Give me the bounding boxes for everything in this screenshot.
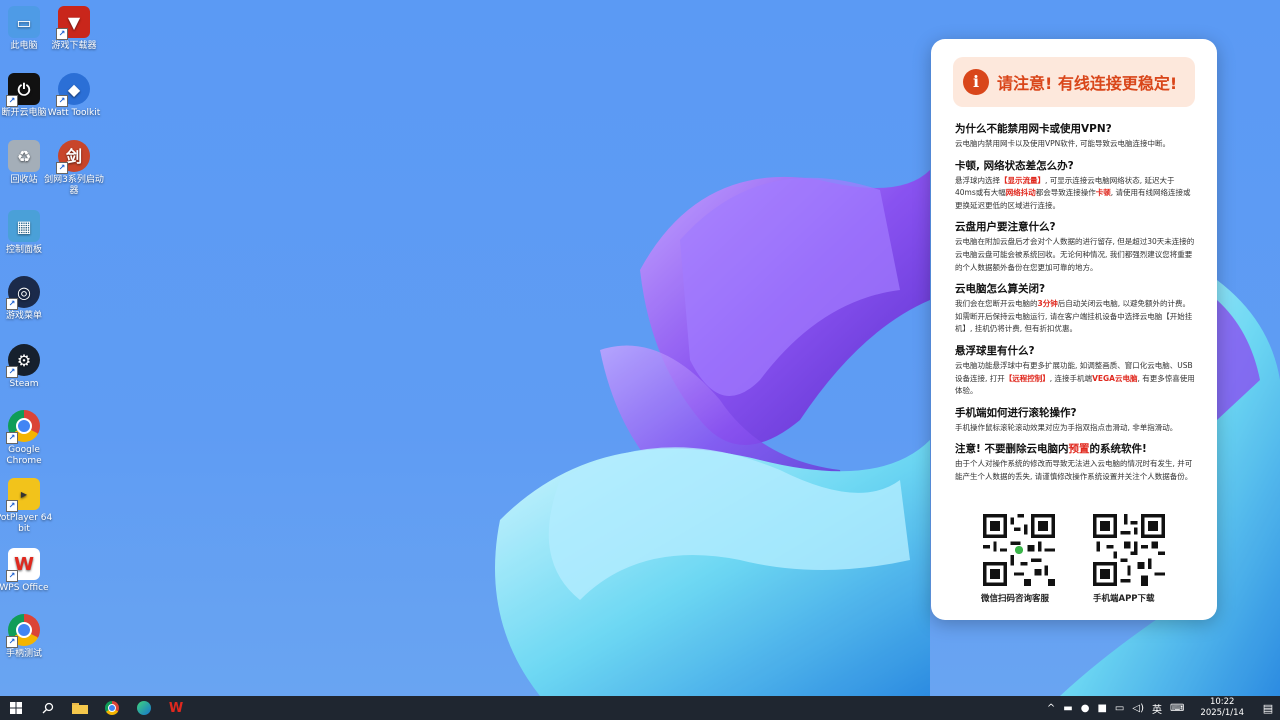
desktop-icon-label: 回收站 [10, 175, 38, 185]
banner-title: 请注意! 有线连接更稳定! [997, 74, 1178, 93]
desktop-icon-gamepad-test[interactable]: ↗ 手柄测试 [0, 614, 56, 660]
edge-icon[interactable] [128, 696, 160, 720]
section-title: 悬浮球里有什么? [955, 344, 1035, 357]
watt-toolkit-icon: ◆ ↗ [56, 73, 90, 107]
highlight-text: 【远程控制】 [1004, 373, 1050, 383]
chrome-icon[interactable] [96, 696, 128, 720]
jx3-launcher-icon: 剑 ↗ [56, 140, 90, 174]
chrome-icon: ↗ [6, 410, 40, 444]
highlight-text: 预置 [1068, 443, 1090, 456]
section-text: 由于个人对操作系统的修改而导致无法进入云电脑的情况时有发生, 并可能产生个人数据… [955, 459, 1193, 481]
info-icon: i [963, 69, 989, 95]
section-text: 我们会在您断开云电脑的3分钟后自动关闭云电脑, 以避免额外的计费。如需断开后保持… [955, 299, 1193, 334]
clock[interactable]: 10:22 2025/1/14 [1188, 697, 1256, 719]
section-title: 手机端如何进行滚轮操作? [955, 406, 1077, 419]
game-downloader-icon: ▼ ↗ [56, 6, 90, 40]
disconnect-icon: ⏻ ↗ [6, 73, 40, 107]
chrome-icon: ↗ [6, 614, 40, 648]
desktop-icon-label: 此电脑 [10, 41, 38, 51]
desktop-icon-potplayer[interactable]: ▶ ↗ PotPlayer 64 bit [0, 478, 56, 535]
notification-icon[interactable]: ▤ [1256, 696, 1280, 720]
show-hidden-icons[interactable]: ^ [1043, 703, 1059, 714]
desktop-icon-watt-toolkit[interactable]: ◆ ↗ Watt Toolkit [42, 73, 106, 119]
section-text: 云电脑在附加云盘后才会对个人数据的进行留存, 但是超过30天未连接的云电脑云盘可… [955, 237, 1195, 272]
tray-app-icon[interactable]: ▬ [1059, 703, 1076, 714]
desktop-icon-label: Google Chrome [6, 445, 42, 466]
section-text: 悬浮球内选择【显示流量】, 可显示连接云电脑网络状态, 延迟大于40ms或有大幅… [955, 175, 1191, 210]
notice-panel: i 请注意! 有线连接更稳定! 为什么不能禁用网卡或使用VPN? 云电脑内禁用网… [931, 39, 1217, 620]
desktop-icon-game-downloader[interactable]: ▼ ↗ 游戏下载器 [42, 6, 106, 52]
desktop-icon-steam[interactable]: ⚙ ↗ Steam [0, 344, 56, 390]
system-tray: ^ ▬ ● ■ ▭ ◁) 英 ⌨ 10:22 2025/1/14 ▤ [1043, 696, 1280, 720]
notice-banner: i 请注意! 有线连接更稳定! [953, 57, 1195, 107]
wechat-qr-code[interactable] [983, 514, 1055, 586]
notice-content: 为什么不能禁用网卡或使用VPN? 云电脑内禁用网卡以及使用VPN软件, 可能导致… [955, 121, 1195, 491]
desktop-icon-wps-office[interactable]: W ↗ WPS Office [0, 548, 56, 594]
section-title: 卡顿, 网络状态差怎么办? [955, 159, 1074, 172]
highlight-text: 【显示流量】 [1000, 175, 1045, 185]
control-panel-icon: ▦ [8, 210, 40, 242]
wps-icon[interactable]: W [160, 696, 192, 720]
desktop-icon-label: 断开云电脑 [1, 108, 47, 118]
app-download-qr-code[interactable] [1093, 514, 1165, 586]
windows-start-icon[interactable] [0, 696, 32, 720]
time: 10:22 [1209, 697, 1235, 707]
date: 2025/1/14 [1200, 708, 1244, 718]
highlight-text: 3分钟 [1037, 299, 1058, 309]
tray-app-icon[interactable]: ■ [1093, 703, 1110, 714]
desktop-icon-game-menu[interactable]: ◎ ↗ 游戏菜单 [0, 276, 56, 322]
search-icon[interactable] [32, 696, 64, 720]
section-title: 为什么不能禁用网卡或使用VPN? [955, 123, 1112, 135]
desktop-icon-label: 剑网3系列启动器 [44, 175, 104, 196]
highlight-text: VEGA云电脑 [1092, 373, 1138, 383]
qr-right-label: 手机端APP下载 [1093, 594, 1155, 604]
highlight-text: 卡顿 [1095, 188, 1111, 198]
wps-icon: W ↗ [6, 548, 40, 582]
desktop-icon-label: PotPlayer 64 bit [0, 513, 53, 534]
potplayer-icon: ▶ ↗ [6, 478, 40, 512]
desktop-icon-label: Watt Toolkit [47, 108, 101, 118]
section-title: 云电脑怎么算关闭? [955, 283, 1046, 296]
desktop-icon-google-chrome[interactable]: ↗ Google Chrome [0, 410, 56, 467]
desktop-icon-jx3-launcher[interactable]: 剑 ↗ 剑网3系列启动器 [42, 140, 106, 197]
game-menu-icon: ◎ ↗ [6, 276, 40, 310]
ime-indicator[interactable]: 英 [1148, 701, 1166, 716]
steam-icon: ⚙ ↗ [6, 344, 40, 378]
input-method-icon[interactable]: ⌨ [1166, 703, 1188, 714]
volume-icon[interactable]: ◁) [1128, 703, 1148, 714]
desktop-icon-label: 游戏下载器 [51, 41, 97, 51]
taskbar: W ^ ▬ ● ■ ▭ ◁) 英 ⌨ 10:22 2025/1/14 ▤ [0, 696, 1280, 720]
qr-left-label: 微信扫码咨询客服 [981, 594, 1050, 604]
section-text: 手机操作鼠标滚轮滚动效果对应为手指双指点击滑动, 非单指滑动。 [955, 422, 1178, 432]
tray-app-icon[interactable]: ● [1077, 703, 1094, 714]
highlight-text: 网络抖动 [1005, 188, 1036, 198]
section-text: 云电脑功能悬浮球中有更多扩展功能, 如调整画质、窗口化云电脑、USB设备连接, … [955, 360, 1195, 396]
desktop-icon-label: Steam [9, 379, 39, 389]
desktop-icon-label: 控制面板 [5, 245, 42, 255]
section-title: 注意! 不要删除云电脑内预置的系统软件! [955, 443, 1147, 456]
desktop-icon-label: 手柄测试 [5, 649, 42, 659]
desktop-icon-label: WPS Office [0, 583, 49, 593]
section-text: 云电脑内禁用网卡以及使用VPN软件, 可能导致云电脑连接中断。 [955, 139, 1171, 148]
network-icon[interactable]: ▭ [1111, 703, 1128, 714]
file-explorer-icon[interactable] [64, 696, 96, 720]
desktop-icon-control-panel[interactable]: ▦ 控制面板 [0, 210, 56, 256]
desktop-icon-label: 游戏菜单 [5, 311, 42, 321]
recycle-bin-icon: ♻ [8, 140, 40, 172]
section-title: 云盘用户要注意什么? [955, 221, 1056, 234]
computer-icon: ▭ [8, 6, 40, 38]
